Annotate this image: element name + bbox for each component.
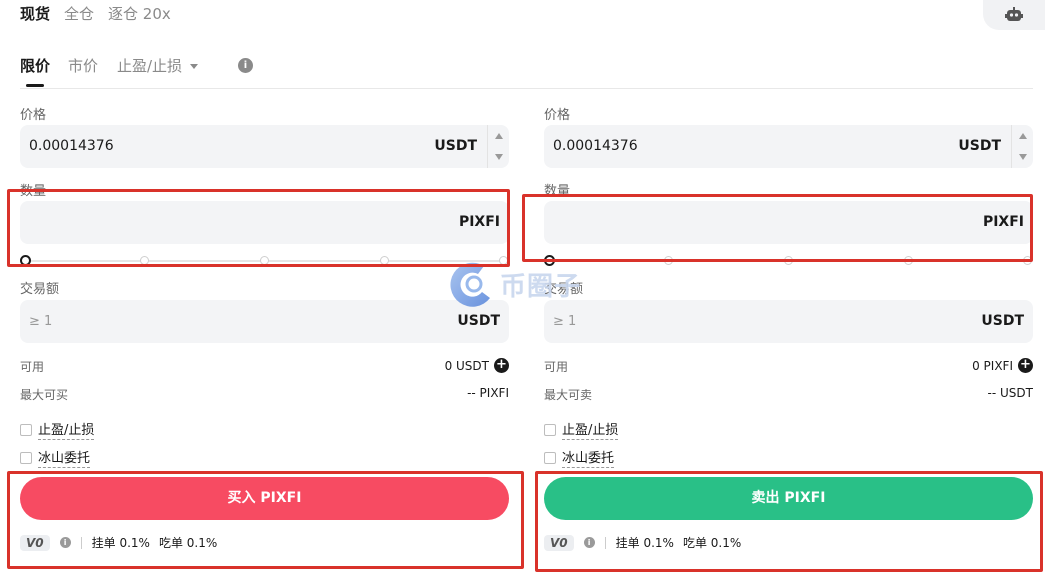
- buy-quantity-input[interactable]: PIXFI: [20, 201, 509, 244]
- tpsl-checkbox[interactable]: 止盈/止损: [20, 419, 95, 440]
- slider-handle[interactable]: [20, 255, 31, 266]
- price-value: 0.00014376: [553, 138, 638, 154]
- iceberg-checkbox-label: 冰山委托: [562, 447, 615, 468]
- checkbox[interactable]: [20, 423, 32, 436]
- price-unit: USDT: [434, 138, 477, 154]
- quantity-label: 数量: [20, 184, 47, 199]
- quantity-unit: PIXFI: [982, 214, 1024, 230]
- max-sell-value: -- USDT: [987, 386, 1033, 400]
- stepper-down-icon[interactable]: [495, 154, 503, 160]
- amount-unit: USDT: [981, 313, 1024, 329]
- buy-amount-input[interactable]: ≥ 1 USDT: [20, 300, 509, 343]
- buy-panel: 价格 0.00014376 USDT 数量 PIXFI 交易额 ≥ 1 USDT…: [20, 0, 509, 574]
- stepper-up-icon[interactable]: [1019, 133, 1027, 139]
- buy-amount-slider[interactable]: [20, 255, 509, 267]
- price-value: 0.00014376: [29, 138, 114, 154]
- plus-icon[interactable]: +: [1018, 358, 1033, 373]
- plus-icon[interactable]: +: [494, 358, 509, 373]
- quantity-unit: PIXFI: [458, 214, 500, 230]
- available-value-wrap: 0 PIXFI +: [972, 358, 1033, 373]
- sell-amount-input[interactable]: ≥ 1 USDT: [544, 300, 1033, 343]
- maker-fee: 挂单 0.1%: [615, 536, 674, 550]
- price-unit: USDT: [958, 138, 1001, 154]
- maker-fee: 挂单 0.1%: [91, 536, 150, 550]
- iceberg-checkbox[interactable]: 冰山委托: [20, 447, 91, 468]
- price-stepper[interactable]: [487, 125, 509, 168]
- slider-mark-50[interactable]: [784, 256, 793, 265]
- fee-info: V0 i 挂单 0.1% 吃单 0.1%: [20, 534, 226, 551]
- slider-mark-25[interactable]: [664, 256, 673, 265]
- slider-mark-100[interactable]: [1023, 256, 1032, 265]
- info-icon[interactable]: i: [583, 537, 595, 548]
- watermark-text: 币圈子: [500, 271, 582, 302]
- available-value-wrap: 0 USDT +: [445, 358, 509, 373]
- checkbox[interactable]: [20, 451, 32, 464]
- price-label: 价格: [20, 108, 47, 123]
- buy-price-input[interactable]: 0.00014376 USDT: [20, 125, 509, 168]
- fee-info: V0 i 挂单 0.1% 吃单 0.1%: [544, 534, 750, 551]
- sell-amount-slider[interactable]: [544, 255, 1033, 267]
- slider-mark-75[interactable]: [380, 256, 389, 265]
- watermark-logo-icon: [450, 262, 490, 307]
- tpsl-checkbox-label: 止盈/止损: [562, 419, 619, 440]
- price-stepper[interactable]: [1011, 125, 1033, 168]
- divider: [80, 536, 82, 549]
- amount-label: 交易额: [20, 282, 60, 297]
- available-label: 可用: [544, 360, 569, 374]
- available-label: 可用: [20, 360, 45, 374]
- available-value: 0 USDT: [444, 358, 489, 373]
- amount-unit: USDT: [457, 313, 500, 329]
- max-buy-value: -- PIXFI: [467, 386, 509, 400]
- stepper-up-icon[interactable]: [495, 133, 503, 139]
- slider-mark-25[interactable]: [140, 256, 149, 265]
- quantity-label: 数量: [544, 184, 571, 199]
- max-sell-label: 最大可卖: [544, 388, 593, 402]
- tpsl-checkbox-label: 止盈/止损: [38, 419, 95, 440]
- sell-button[interactable]: 卖出 PIXFI: [544, 477, 1033, 520]
- available-value: 0 PIXFI: [972, 358, 1013, 373]
- checkbox[interactable]: [544, 423, 556, 436]
- sell-price-input[interactable]: 0.00014376 USDT: [544, 125, 1033, 168]
- stepper-down-icon[interactable]: [1019, 154, 1027, 160]
- amount-placeholder: ≥ 1: [29, 314, 53, 329]
- amount-placeholder: ≥ 1: [553, 314, 577, 329]
- vip-badge: V0: [20, 534, 50, 551]
- price-label: 价格: [544, 108, 571, 123]
- iceberg-checkbox[interactable]: 冰山委托: [544, 447, 615, 468]
- taker-fee: 吃单 0.1%: [158, 536, 218, 550]
- slider-mark-75[interactable]: [904, 256, 913, 265]
- info-icon[interactable]: i: [59, 537, 71, 548]
- vip-badge: V0: [544, 534, 574, 551]
- sell-quantity-input[interactable]: PIXFI: [544, 201, 1033, 244]
- slider-mark-50[interactable]: [260, 256, 269, 265]
- buy-button[interactable]: 买入 PIXFI: [20, 477, 509, 520]
- max-buy-label: 最大可买: [20, 388, 69, 402]
- tpsl-checkbox[interactable]: 止盈/止损: [544, 419, 619, 440]
- iceberg-checkbox-label: 冰山委托: [38, 447, 91, 468]
- sell-panel: 价格 0.00014376 USDT 数量 PIXFI 交易额 ≥ 1 USDT…: [544, 0, 1033, 574]
- divider: [604, 536, 606, 549]
- watermark: 币圈子: [446, 258, 581, 310]
- checkbox[interactable]: [544, 451, 556, 464]
- taker-fee: 吃单 0.1%: [682, 536, 742, 550]
